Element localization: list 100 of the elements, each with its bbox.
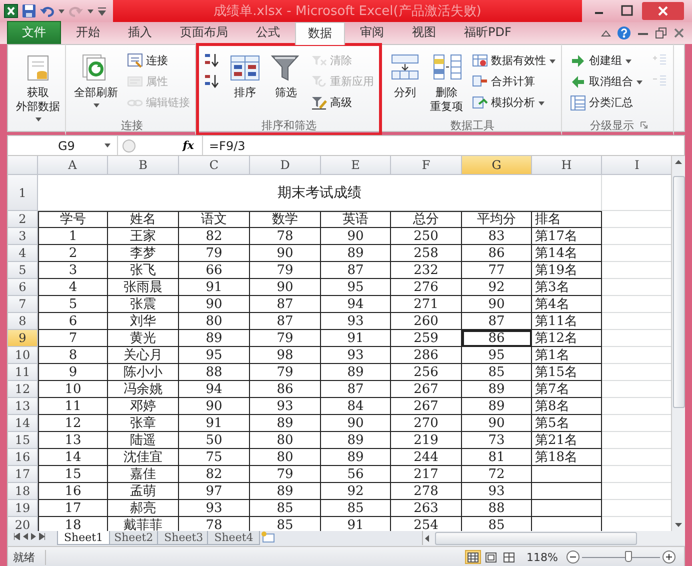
table-cell: 56	[321, 466, 391, 483]
row-header[interactable]: 15	[8, 432, 38, 449]
row-header[interactable]: 8	[8, 313, 38, 330]
consolidate-button[interactable]: 合并计算	[469, 72, 559, 92]
last-sheet-icon[interactable]	[39, 533, 45, 540]
column-header[interactable]: I	[602, 156, 672, 175]
insert-function-button[interactable]: fx	[176, 138, 202, 153]
remove-duplicates-button[interactable]: 删除 重复项	[427, 51, 466, 116]
column-header[interactable]: F	[391, 156, 462, 175]
group-button[interactable]: 创建组	[567, 51, 646, 71]
zoom-level[interactable]: 118%	[526, 550, 558, 564]
ribbon-tab[interactable]: 数据	[295, 22, 345, 45]
subtotal-button[interactable]: 分类汇总	[567, 93, 646, 113]
zoom-out-icon[interactable]	[566, 550, 580, 564]
row-header[interactable]: 12	[8, 381, 38, 398]
row-header[interactable]: 2	[8, 211, 38, 228]
column-header[interactable]: H	[532, 156, 602, 175]
row-header[interactable]: 20	[8, 517, 38, 531]
table-cell: 50	[179, 432, 250, 449]
column-header[interactable]: D	[250, 156, 321, 175]
sheet-tab[interactable]: Sheet1	[57, 531, 110, 545]
what-if-button[interactable]: 模拟分析	[469, 93, 559, 113]
ribbon-tab[interactable]: 开始	[63, 21, 113, 44]
column-heading-cell: 排名	[532, 211, 602, 228]
row-header[interactable]: 9	[8, 330, 38, 347]
page-break-button[interactable]	[500, 550, 517, 564]
column-header[interactable]: E	[321, 156, 391, 175]
table-cell: 第1名	[532, 347, 602, 364]
close-icon[interactable]	[642, 2, 684, 20]
row-header[interactable]: 16	[8, 449, 38, 466]
row-header[interactable]: 3	[8, 228, 38, 245]
vertical-scrollbar[interactable]	[671, 156, 685, 531]
table-cell: 冯余姚	[108, 381, 179, 398]
get-external-data-button[interactable]: 获取 外部数据	[13, 51, 63, 124]
close-icon[interactable]	[673, 27, 685, 39]
horizontal-scrollbar[interactable]	[422, 531, 685, 545]
undo-icon[interactable]	[40, 5, 54, 17]
text-to-columns-button[interactable]: 分列	[386, 51, 424, 102]
table-cell: 14	[38, 449, 108, 466]
row-header[interactable]: 11	[8, 364, 38, 381]
row-header[interactable]: 17	[8, 466, 38, 483]
name-box[interactable]: G9	[8, 136, 118, 155]
row-header[interactable]: 7	[8, 296, 38, 313]
filter-icon	[270, 53, 302, 83]
table-cell: 77	[462, 262, 532, 279]
data-validation-button[interactable]: 数据有效性	[469, 51, 559, 71]
sort-button[interactable]: 排序	[226, 51, 264, 102]
table-cell: 90	[462, 296, 532, 313]
ribbon-tab[interactable]: 审阅	[347, 21, 397, 44]
sheet-tab[interactable]: Sheet4	[207, 531, 260, 545]
table-cell: 276	[391, 279, 462, 296]
caret-icon	[625, 58, 632, 64]
row-header[interactable]: 6	[8, 279, 38, 296]
column-header[interactable]: C	[179, 156, 250, 175]
table-cell: 244	[391, 449, 462, 466]
row-header[interactable]: 1	[8, 175, 38, 211]
next-sheet-icon[interactable]	[31, 533, 36, 540]
row-header[interactable]: 18	[8, 483, 38, 500]
column-header[interactable]: G	[462, 156, 532, 175]
page-layout-button[interactable]	[482, 550, 499, 564]
table-cell: 2	[38, 245, 108, 262]
ungroup-button[interactable]: 取消组合	[567, 72, 646, 92]
row-header[interactable]: 5	[8, 262, 38, 279]
advanced-button[interactable]: 高级	[308, 93, 377, 113]
table-cell: 82	[179, 466, 250, 483]
ribbon-tab[interactable]: 公式	[243, 21, 293, 44]
normal-view-button[interactable]	[464, 550, 481, 564]
formula-field[interactable]: =F9/3	[203, 138, 684, 152]
connections-button[interactable]: 连接	[124, 51, 193, 71]
zoom-in-icon[interactable]	[662, 550, 676, 564]
status-text: 就绪	[8, 550, 46, 564]
column-header[interactable]: A	[38, 156, 108, 175]
save-icon[interactable]	[22, 4, 36, 18]
row-header[interactable]: 13	[8, 398, 38, 415]
row-header[interactable]: 19	[8, 500, 38, 517]
row-header[interactable]: 4	[8, 245, 38, 262]
table-cell: 267	[391, 381, 462, 398]
first-sheet-icon[interactable]	[14, 533, 20, 540]
ribbon-tab[interactable]: 页面布局	[167, 21, 241, 44]
ribbon-tab[interactable]: 文件	[7, 21, 61, 44]
help-icon[interactable]	[617, 26, 631, 40]
ribbon-tab[interactable]: 福昕PDF	[451, 21, 524, 44]
collapse-ribbon-icon[interactable]	[601, 29, 611, 37]
dialog-launcher-icon[interactable]	[640, 121, 648, 129]
row-header[interactable]: 14	[8, 415, 38, 432]
table-cell: 黄光	[108, 330, 179, 347]
ribbon-tab[interactable]: 插入	[115, 21, 165, 44]
restore-icon[interactable]	[655, 27, 667, 39]
table-cell: 13	[38, 432, 108, 449]
filter-button[interactable]: 筛选	[267, 51, 305, 102]
column-header[interactable]: B	[108, 156, 179, 175]
formula-buttons-icon	[122, 138, 136, 152]
ribbon-tab[interactable]: 视图	[399, 21, 449, 44]
customize-icon[interactable]	[98, 6, 106, 16]
table-cell: 10	[38, 381, 108, 398]
refresh-all-button[interactable]: 全部刷新	[71, 51, 121, 110]
group-label: 数据工具	[450, 118, 494, 132]
previous-sheet-icon[interactable]	[23, 533, 28, 540]
row-header[interactable]: 10	[8, 347, 38, 364]
zoom-slider-thumb[interactable]	[624, 550, 632, 562]
